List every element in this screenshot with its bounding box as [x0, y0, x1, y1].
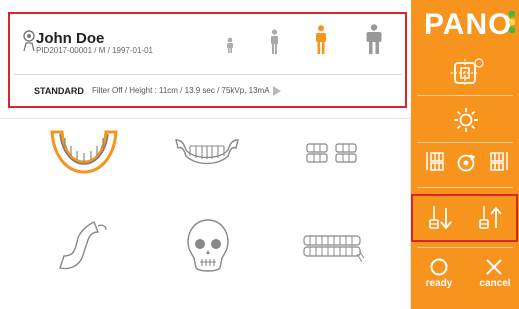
program-skull[interactable] [186, 218, 230, 274]
play-arrow-icon[interactable] [272, 84, 282, 96]
medium-adult-size-icon-selected[interactable] [314, 25, 328, 59]
panel-separator [417, 142, 513, 143]
grid-divider [0, 118, 410, 119]
header-divider [14, 74, 402, 75]
cancel-label[interactable]: cancel [476, 278, 514, 289]
app-logo: PANO [424, 8, 513, 41]
exposure-parameters: Filter Off / Height : 11cm / 13.9 sec / … [92, 86, 270, 95]
ready-label[interactable]: ready [422, 278, 456, 289]
panel-separator [417, 95, 513, 96]
small-adult-size-icon[interactable] [269, 29, 280, 59]
light-toggle-icon[interactable] [453, 107, 479, 138]
panel-separator [417, 187, 513, 188]
program-frontal-teeth[interactable] [172, 134, 242, 168]
patient-avatar-icon [22, 30, 36, 52]
rotate-right-arch-icon[interactable] [487, 150, 513, 177]
patient-name: John Doe [36, 30, 105, 47]
program-panoramic-arch-selected[interactable] [46, 124, 122, 176]
large-adult-size-icon[interactable] [365, 24, 383, 59]
status-led-green [509, 11, 515, 17]
program-full-arch[interactable] [302, 232, 364, 264]
height-up-button[interactable] [478, 202, 504, 237]
program-bitewing[interactable] [306, 142, 358, 164]
rotate-center-icon[interactable] [456, 153, 476, 178]
status-led-yellow [509, 19, 515, 25]
patient-id-line: PID2017-00001 / M / 1997-01-01 [36, 46, 153, 55]
status-led-green-2 [509, 27, 515, 33]
rotate-left-arch-icon[interactable] [421, 150, 447, 177]
panel-separator [417, 247, 513, 248]
exposure-mode-label[interactable]: STANDARD [34, 86, 84, 96]
child-size-icon[interactable] [225, 37, 235, 58]
program-tmj[interactable] [54, 218, 110, 274]
laser-positioning-button[interactable] [449, 57, 485, 92]
height-down-button[interactable] [428, 202, 454, 237]
